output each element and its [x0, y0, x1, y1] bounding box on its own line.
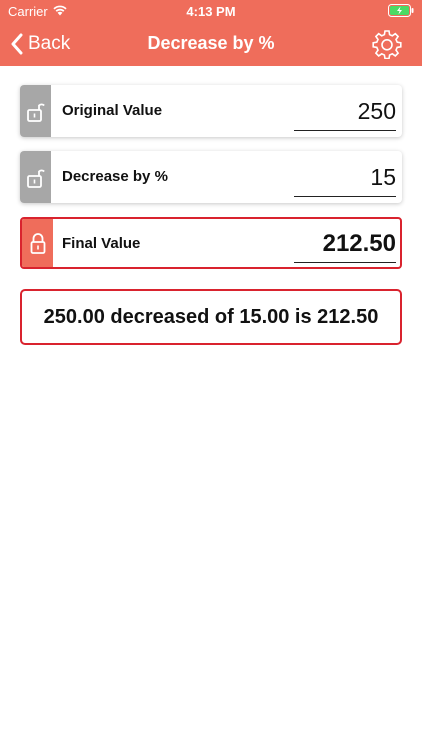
lock-toggle-decrease[interactable]: [20, 151, 51, 203]
result-summary-box: 250.00 decreased of 15.00 is 212.50: [20, 289, 402, 345]
app-header: Carrier 4:13 PM Back Decrease by %: [0, 0, 422, 66]
locked-lock-icon: [30, 233, 45, 254]
decrease-percent-row: Decrease by %: [20, 151, 402, 203]
result-summary-text: 250.00 decreased of 15.00 is 212.50: [43, 305, 379, 328]
page-title: Decrease by %: [147, 33, 275, 53]
lock-toggle-final[interactable]: [22, 219, 53, 267]
status-bar: Carrier 4:13 PM: [0, 0, 422, 22]
gear-icon[interactable]: [372, 29, 402, 59]
original-value-row: Original Value: [20, 85, 402, 137]
final-value-row: Final Value: [20, 217, 402, 269]
final-value-label: Final Value: [62, 235, 141, 252]
final-value-input[interactable]: [294, 225, 396, 263]
unlocked-lock-icon: [26, 169, 45, 188]
decrease-percent-input[interactable]: [294, 159, 396, 197]
original-value-input[interactable]: [294, 93, 396, 131]
unlocked-lock-icon: [26, 103, 45, 122]
lock-toggle-original[interactable]: [20, 85, 51, 137]
battery-charging-icon: [388, 4, 414, 17]
nav-bar: Back Decrease by %: [0, 22, 422, 66]
decrease-percent-label: Decrease by %: [62, 168, 168, 185]
status-time: 4:13 PM: [186, 4, 236, 19]
original-value-label: Original Value: [62, 102, 163, 119]
